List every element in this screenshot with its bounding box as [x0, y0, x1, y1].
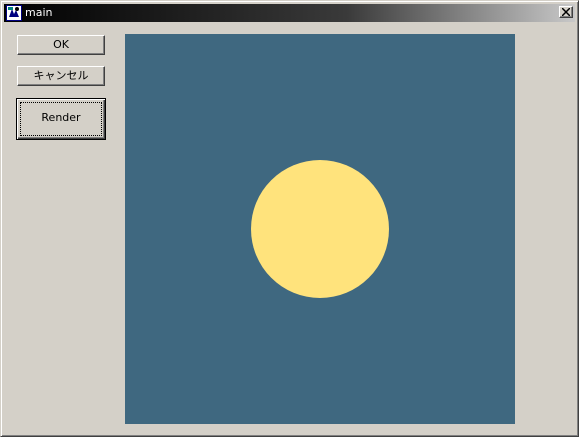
ok-button-label: OK [53, 38, 69, 51]
cancel-button-label: キャンセル [33, 69, 89, 82]
title-bar[interactable]: main [4, 4, 575, 22]
render-canvas[interactable] [125, 34, 515, 424]
render-surface [125, 34, 515, 424]
ok-button[interactable]: OK [17, 35, 105, 55]
close-button[interactable] [559, 6, 573, 18]
main-window: main OK キャンセル Render [0, 0, 579, 437]
rendered-circle [251, 160, 389, 298]
render-button-label: Render [41, 111, 81, 124]
close-icon [562, 8, 570, 16]
app-icon[interactable] [6, 5, 22, 21]
window-title: main [25, 6, 53, 19]
cancel-button[interactable]: キャンセル [17, 66, 105, 86]
render-button[interactable]: Render [16, 98, 106, 140]
